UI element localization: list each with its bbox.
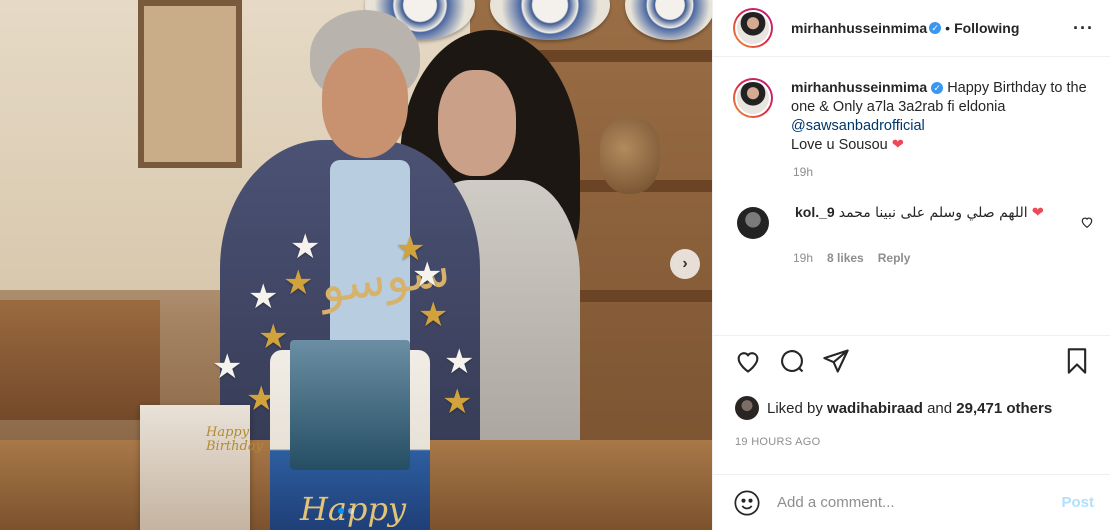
star-decoration: ★ — [418, 296, 449, 334]
star-decoration: ★ — [290, 228, 321, 266]
star-decoration: ★ — [212, 348, 243, 386]
post-header: mirhanhusseinmima ✓ • Following ··· — [713, 0, 1110, 57]
birthday-card-text: Happy Birthday — [206, 425, 263, 454]
author-username[interactable]: mirhanhusseinmima — [791, 20, 927, 36]
photo-sideboard — [0, 300, 160, 420]
carousel-next-button[interactable]: › — [670, 249, 700, 279]
bookmark-icon — [1067, 347, 1087, 374]
save-button[interactable] — [1060, 344, 1094, 378]
star-decoration: ★ — [444, 343, 475, 381]
more-horizontal-icon[interactable]: ··· — [1073, 18, 1094, 39]
follow-button[interactable]: Following — [954, 20, 1019, 36]
share-icon — [823, 348, 849, 373]
birthday-card — [140, 405, 250, 530]
comment-meta: 19h 8 likes Reply — [793, 251, 1094, 265]
caption-mention[interactable]: @sawsanbadrofficial — [791, 118, 925, 134]
like-button[interactable] — [731, 344, 765, 378]
carousel-dot — [348, 508, 354, 514]
red-heart-icon: ❤ — [1031, 205, 1044, 221]
separator-dot: • — [945, 20, 951, 36]
star-decoration: ★ — [412, 256, 443, 294]
posted-time[interactable]: 19 HOURS AGO — [735, 436, 821, 448]
comment-time[interactable]: 19h — [793, 251, 813, 265]
star-decoration: ★ — [283, 264, 314, 302]
cake-photo-print — [290, 340, 410, 470]
emoji-icon[interactable] — [733, 489, 761, 517]
post-sidebar: mirhanhusseinmima ✓ • Following ··· mirh… — [712, 0, 1110, 530]
comment-button[interactable] — [775, 344, 809, 378]
chevron-right-icon: › — [682, 255, 688, 272]
comment-reply-button[interactable]: Reply — [878, 251, 911, 265]
post-actions — [713, 335, 1110, 385]
add-comment-bar: Post — [713, 474, 1110, 530]
likes-count[interactable]: 29,471 others — [956, 400, 1052, 417]
caption-body-2: Love u Sousou — [791, 137, 888, 153]
star-decoration: ★ — [442, 383, 473, 421]
caption: mirhanhusseinmima ✓ Happy Birthday to the… — [733, 78, 1094, 155]
comment-body: اللهم صلي وسلم على نبينا محمد — [838, 205, 1028, 221]
commenter-avatar[interactable] — [737, 207, 769, 239]
star-decoration: ★ — [248, 278, 279, 316]
post-photo[interactable]: ﺳﻮﺳﻮ ★ ★ ★ ★ ★ ★ ★ ★ ★ ★ ★ Happy Happy B… — [0, 0, 712, 530]
carousel-dot — [338, 508, 344, 514]
likes-middle: and — [927, 399, 953, 417]
comment-likes[interactable]: 8 likes — [827, 251, 864, 265]
likes-summary: Liked by wadihabiraad and 29,471 others — [735, 396, 1052, 420]
post-comment-button[interactable]: Post — [1061, 494, 1094, 511]
commenter-username[interactable]: kol._9 — [795, 204, 835, 220]
share-button[interactable] — [819, 344, 853, 378]
comment-text: kol._9 اللهم صلي وسلم على نبينا محمد ❤ — [795, 203, 1055, 239]
author-info: mirhanhusseinmima ✓ • Following — [791, 20, 1019, 36]
decor-vase — [600, 118, 660, 194]
comment-input[interactable] — [777, 494, 1062, 511]
comment-item: kol._9 اللهم صلي وسلم على نبينا محمد ❤ — [733, 203, 1094, 239]
comment-icon — [781, 349, 804, 372]
likes-prefix: Liked by — [767, 399, 823, 417]
verified-badge-icon: ✓ — [929, 22, 942, 34]
caption-text: mirhanhusseinmima ✓ Happy Birthday to the… — [791, 78, 1091, 155]
comments-section: mirhanhusseinmima ✓ Happy Birthday to the… — [733, 78, 1094, 265]
caption-avatar[interactable] — [733, 78, 773, 118]
caption-username[interactable]: mirhanhusseinmima — [791, 79, 927, 95]
carousel-dots — [338, 508, 354, 514]
liker-avatar[interactable] — [735, 396, 759, 420]
author-avatar[interactable] — [733, 8, 773, 48]
comment-like-heart-icon[interactable] — [1080, 215, 1094, 232]
verified-badge-icon: ✓ — [931, 82, 944, 95]
caption-time[interactable]: 19h — [793, 165, 1094, 179]
liker-username[interactable]: wadihabiraad — [827, 400, 923, 417]
red-heart-icon: ❤ — [891, 137, 904, 153]
heart-icon — [737, 351, 759, 373]
star-decoration: ★ — [258, 318, 289, 356]
